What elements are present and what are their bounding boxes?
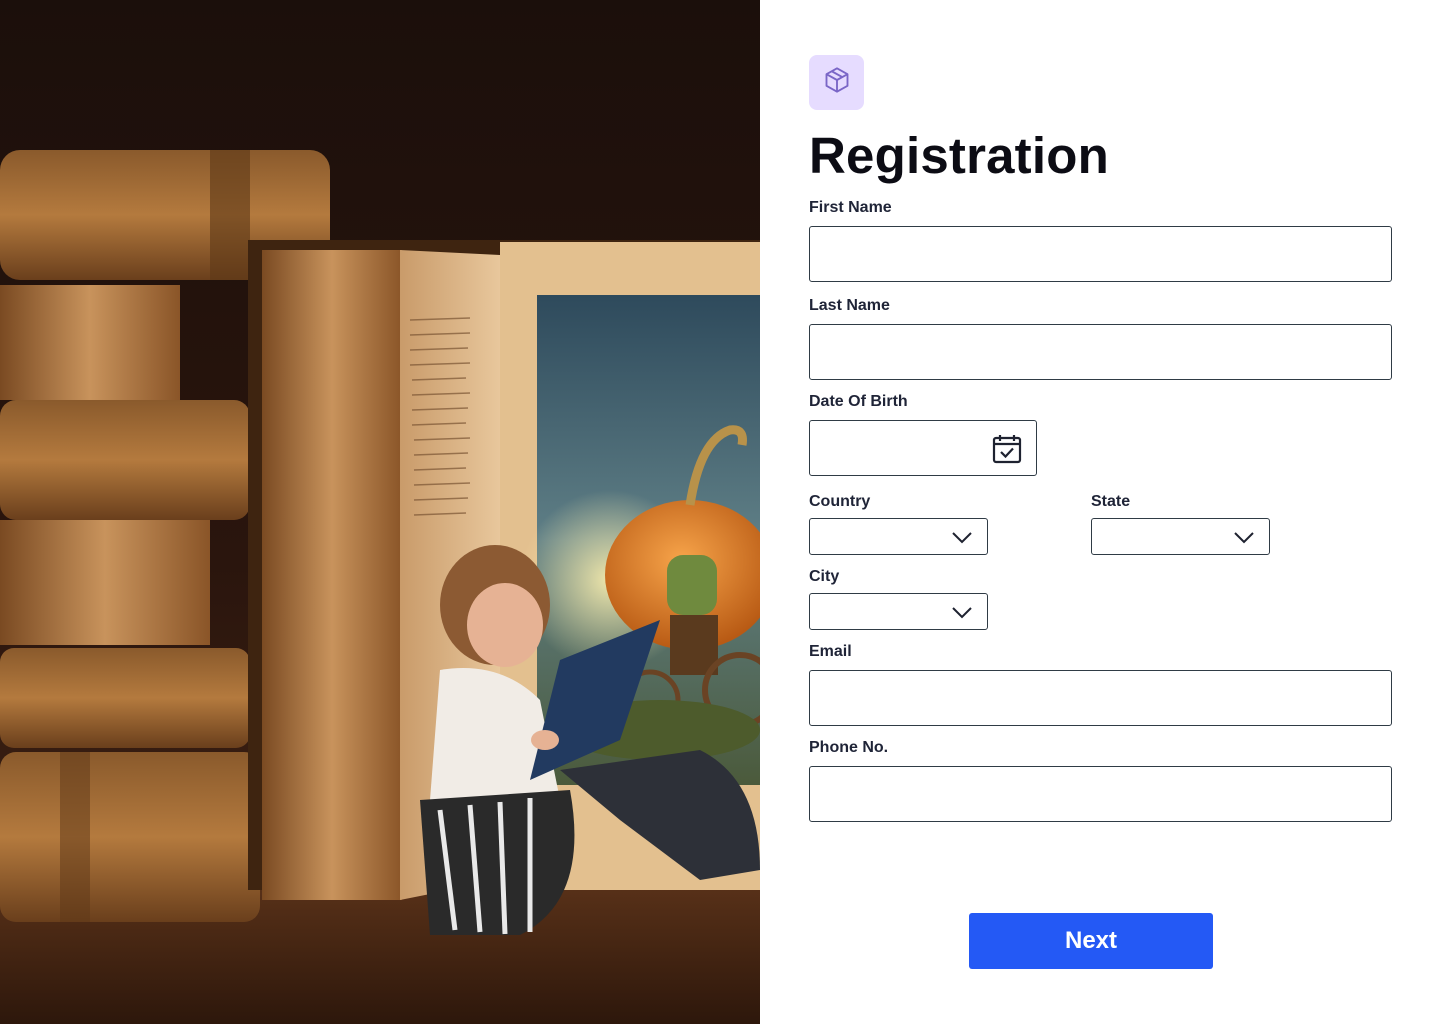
last-name-label: Last Name bbox=[809, 297, 890, 314]
city-select[interactable] bbox=[809, 593, 988, 630]
calendar-check-icon[interactable] bbox=[991, 433, 1023, 470]
books-illustration bbox=[0, 150, 760, 1024]
cube-icon bbox=[823, 66, 851, 99]
phone-field[interactable] bbox=[809, 766, 1392, 822]
dob-field[interactable] bbox=[809, 420, 1037, 476]
chevron-down-icon bbox=[1233, 528, 1255, 551]
first-name-label: First Name bbox=[809, 199, 892, 216]
next-button[interactable]: Next bbox=[969, 913, 1213, 969]
last-name-field[interactable] bbox=[809, 324, 1392, 380]
hero-illustration bbox=[0, 0, 760, 1024]
page-title: Registration bbox=[809, 127, 1109, 184]
country-select[interactable] bbox=[809, 518, 988, 555]
state-select[interactable] bbox=[1091, 518, 1270, 555]
first-name-field[interactable] bbox=[809, 226, 1392, 282]
city-label: City bbox=[809, 568, 840, 585]
dob-label: Date Of Birth bbox=[809, 393, 908, 410]
phone-label: Phone No. bbox=[809, 739, 889, 756]
registration-form: Registration First Name Last Name Date O… bbox=[760, 0, 1440, 1024]
chevron-down-icon bbox=[951, 528, 973, 551]
email-label: Email bbox=[809, 643, 852, 660]
logo bbox=[809, 55, 864, 110]
state-label: State bbox=[1091, 493, 1131, 510]
email-field[interactable] bbox=[809, 670, 1392, 726]
chevron-down-icon bbox=[951, 603, 973, 626]
country-label: Country bbox=[809, 493, 871, 510]
